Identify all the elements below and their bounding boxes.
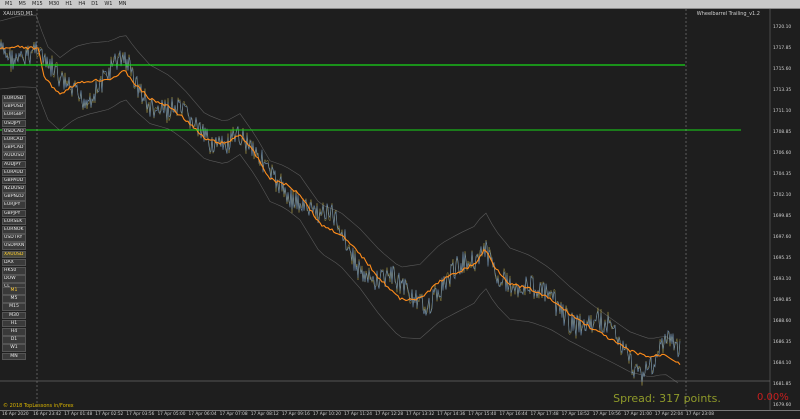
toolbar-tf-m15[interactable]: M15 [29, 0, 46, 8]
price-tick-label: 1699.85 [773, 214, 792, 219]
timeframe-toolbar: M1 M5 M15 M30 H1 H4 D1 W1 MN [0, 0, 800, 9]
symbol-button-usdtry[interactable]: USDTRY [2, 234, 26, 242]
price-tick-label: 1695.35 [773, 256, 792, 261]
symbol-button-nzdusd[interactable]: NZDUSD [2, 185, 26, 193]
time-tick-label: 17 Apr 18:52 [561, 412, 590, 417]
time-tick-label: 16 Apr 23:42 [33, 412, 62, 417]
time-tick-label: 17 Apr 16:44 [499, 412, 528, 417]
timeframe-button-m5[interactable]: M5 [2, 295, 26, 303]
time-tick-label: 17 Apr 23:08 [686, 412, 715, 417]
price-tick-label: 1715.60 [773, 67, 792, 72]
toolbar-tf-mn[interactable]: MN [115, 0, 129, 8]
time-tick-label: 17 Apr 09:16 [281, 412, 310, 417]
chart-symbol-label: XAUUSD,M1 [3, 11, 34, 17]
symbol-button-euraud[interactable]: EURAUD [2, 168, 26, 177]
price-tick-label: 1693.10 [773, 277, 792, 282]
symbol-button-dax[interactable]: DAX [2, 258, 26, 267]
symbol-button-eursek[interactable]: EURSEK [2, 217, 26, 226]
symbol-button-eurjpy[interactable]: EURJPY [2, 201, 26, 210]
time-tick-label: 17 Apr 21:00 [623, 412, 652, 417]
symbol-button-audusd[interactable]: AUDUSD [2, 152, 26, 160]
toolbar-tf-m1[interactable]: M1 [2, 0, 16, 8]
price-tick-label: 1708.85 [773, 130, 792, 135]
symbol-button-usdmxn[interactable]: USDMXN [2, 242, 26, 250]
price-tick-label: 1684.10 [773, 361, 792, 366]
timeframe-button-h1[interactable]: H1 [2, 319, 26, 328]
symbol-button-audjpy[interactable]: AUDJPY [2, 160, 26, 169]
timeframe-button-w1[interactable]: W1 [2, 344, 26, 352]
symbol-button-usdcad[interactable]: USDCAD [2, 127, 26, 136]
chart-canvas[interactable] [0, 9, 800, 410]
symbol-button-gbpaud[interactable]: GBPAUD [2, 176, 26, 185]
time-axis[interactable]: 16 Apr 2020 16 Apr 23:42 17 Apr 01:48 17 Ap… [0, 410, 800, 419]
symbol-button-eurusd[interactable]: EURUSD [2, 95, 26, 103]
timeframe-button-d1[interactable]: D1 [2, 336, 26, 344]
symbol-button-eurgbp[interactable]: EURGBP [2, 111, 26, 119]
time-tick-label: 17 Apr 11:24 [344, 412, 373, 417]
time-tick-label: 17 Apr 01:48 [64, 412, 93, 417]
spread-text: Spread: 317 points. [613, 392, 721, 405]
toolbar-tf-h1[interactable]: H1 [62, 0, 75, 8]
price-tick-label: 1713.35 [773, 88, 792, 93]
symbol-button-usdjpy[interactable]: USDJPY [2, 119, 26, 128]
price-tick-label: 1690.85 [773, 298, 792, 303]
price-tick-label: 1679.60 [773, 403, 792, 408]
price-tick-label: 1688.60 [773, 319, 792, 324]
time-tick-label: 17 Apr 13:32 [406, 412, 435, 417]
timeframe-button-list: M1 M5 M15 M30 H1 H4 D1 W1 MN [2, 287, 26, 361]
symbol-button-gbpusd[interactable]: GBPUSD [2, 103, 26, 111]
trading-terminal: M1 M5 M15 M30 H1 H4 D1 W1 MN XAUUSD,M1 Wheelbarr… [0, 0, 800, 419]
indicator-label: Wheelbarrel Trailing_v1.2 [696, 11, 760, 17]
symbol-button-dow[interactable]: DOW [2, 275, 26, 283]
timeframe-button-m15[interactable]: M15 [2, 303, 26, 311]
price-chart[interactable]: XAUUSD,M1 Wheelbarrel Trailing_v1.2 EURU… [0, 9, 800, 410]
symbol-button-eurnok[interactable]: EURNOK [2, 226, 26, 234]
time-tick-label: 17 Apr 19:56 [592, 412, 621, 417]
copyright-text: © 2018 TopLessons in/Forex [3, 403, 74, 409]
time-tick-label: 17 Apr 14:36 [437, 412, 466, 417]
timeframe-button-m1[interactable]: M1 [2, 287, 26, 295]
time-tick-label: 17 Apr 06:04 [188, 412, 217, 417]
timeframe-button-mn[interactable]: MN [2, 352, 26, 361]
time-tick-label: 17 Apr 05:00 [157, 412, 186, 417]
price-tick-label: 1704.35 [773, 172, 792, 177]
toolbar-tf-m5[interactable]: M5 [16, 0, 30, 8]
price-tick-label: 1686.35 [773, 340, 792, 345]
symbol-button-xauusd[interactable]: XAUUSD [2, 250, 26, 259]
toolbar-tf-m30[interactable]: M30 [46, 0, 63, 8]
price-tick-label: 1720.10 [773, 25, 792, 30]
symbol-button-eurcad[interactable]: EURCAD [2, 135, 26, 144]
price-tick-label: 1697.60 [773, 235, 792, 240]
symbol-button-gbpnzd[interactable]: GBPNZD [2, 193, 26, 201]
price-tick-label: 1711.10 [773, 109, 792, 114]
time-tick-label: 17 Apr 10:20 [312, 412, 341, 417]
time-tick-label: 17 Apr 02:52 [95, 412, 124, 417]
time-tick-label: 17 Apr 15:40 [468, 412, 497, 417]
time-tick-label: 17 Apr 08:12 [250, 412, 279, 417]
time-tick-label: 17 Apr 22:04 [654, 412, 683, 417]
time-tick-label: 17 Apr 12:28 [375, 412, 404, 417]
price-tick-label: 1717.85 [773, 46, 792, 51]
timeframe-button-h4[interactable]: H4 [2, 327, 26, 336]
symbol-list: EURUSD GBPUSD EURGBP USDJPY USDCAD EURCAD GBPC… [2, 95, 26, 300]
time-tick-label: 16 Apr 2020 [2, 412, 29, 417]
toolbar-tf-w1[interactable]: W1 [101, 0, 115, 8]
price-tick-label: 1681.85 [773, 382, 792, 387]
price-axis[interactable]: 1720.10 1717.85 1715.60 1713.35 1711.10 1708.… [770, 9, 800, 410]
timeframe-button-m30[interactable]: M30 [2, 311, 26, 320]
time-tick-label: 17 Apr 17:48 [530, 412, 559, 417]
time-tick-label: 17 Apr 07:08 [219, 412, 248, 417]
toolbar-tf-d1[interactable]: D1 [88, 0, 101, 8]
time-tick-label: 17 Apr 03:56 [126, 412, 155, 417]
price-tick-label: 1706.60 [773, 151, 792, 156]
symbol-button-hk50[interactable]: HK50 [2, 266, 26, 275]
symbol-button-gbpcad[interactable]: GBPCAD [2, 144, 26, 152]
symbol-button-gbpjpy[interactable]: GBPJPY [2, 209, 26, 218]
price-tick-label: 1702.10 [773, 193, 792, 198]
toolbar-tf-h4[interactable]: H4 [75, 0, 88, 8]
